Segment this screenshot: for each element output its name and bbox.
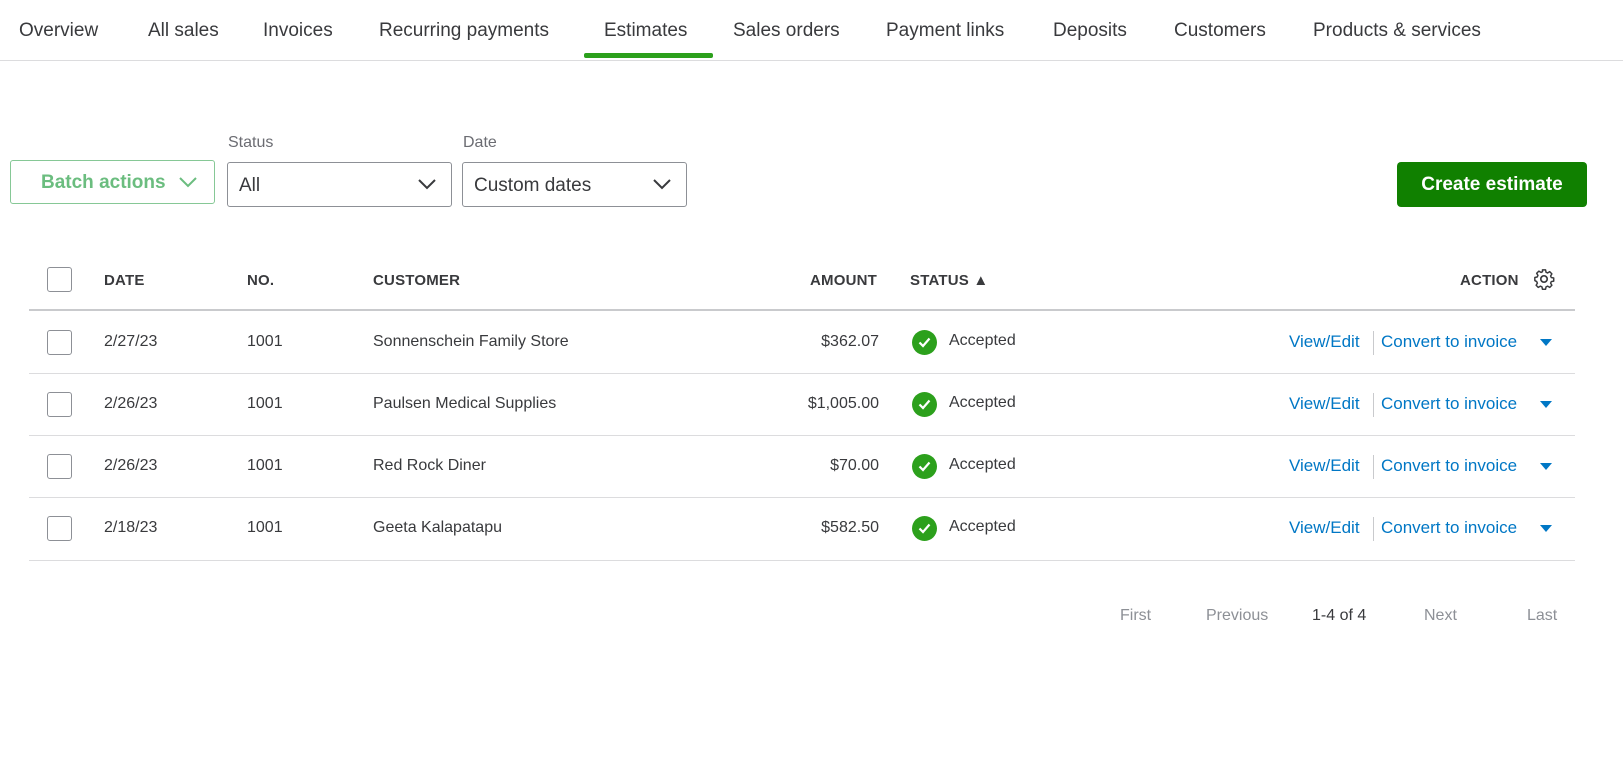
column-header-date[interactable]: DATE	[104, 272, 145, 289]
row-customer: Sonnenschein Family Store	[373, 333, 569, 350]
create-estimate-button[interactable]: Create estimate	[1397, 162, 1587, 207]
column-header-customer[interactable]: CUSTOMER	[373, 272, 460, 289]
tab-recurring-payments[interactable]: Recurring payments	[379, 20, 549, 42]
row-date: 2/26/23	[104, 457, 158, 474]
row-actions-dropdown[interactable]	[1540, 525, 1552, 532]
row-customer: Geeta Kalapatapu	[373, 519, 502, 536]
tab-invoices[interactable]: Invoices	[263, 20, 333, 42]
action-divider	[1373, 393, 1374, 417]
view-edit-link[interactable]: View/Edit	[1289, 518, 1360, 538]
column-header-no[interactable]: NO.	[247, 272, 274, 289]
row-date: 2/26/23	[104, 395, 158, 412]
row-actions-dropdown[interactable]	[1540, 339, 1552, 346]
active-tab-indicator	[584, 53, 713, 58]
row-amount: $362.07	[821, 333, 879, 350]
check-circle-icon	[912, 392, 937, 417]
tab-all-sales[interactable]: All sales	[148, 20, 219, 42]
row-checkbox[interactable]	[47, 454, 72, 479]
pagination-range: 1-4 of 4	[1312, 607, 1367, 624]
status-filter-select[interactable]: All	[227, 162, 452, 207]
gear-icon[interactable]	[1533, 268, 1555, 290]
column-header-action: ACTION	[1460, 272, 1519, 289]
column-header-amount[interactable]: AMOUNT	[810, 272, 877, 289]
view-edit-link[interactable]: View/Edit	[1289, 332, 1360, 352]
row-number: 1001	[247, 519, 283, 536]
tab-overview[interactable]: Overview	[19, 20, 98, 42]
row-date: 2/27/23	[104, 333, 158, 350]
convert-to-invoice-link[interactable]: Convert to invoice	[1381, 456, 1517, 476]
row-date: 2/18/23	[104, 519, 158, 536]
row-amount: $70.00	[830, 457, 879, 474]
chevron-down-icon	[418, 179, 436, 190]
check-circle-icon	[912, 516, 937, 541]
row-number: 1001	[247, 333, 283, 350]
row-checkbox[interactable]	[47, 392, 72, 417]
table-header-divider	[29, 309, 1575, 311]
row-status: Accepted	[949, 332, 1016, 349]
convert-to-invoice-link[interactable]: Convert to invoice	[1381, 518, 1517, 538]
view-edit-link[interactable]: View/Edit	[1289, 394, 1360, 414]
tab-customers[interactable]: Customers	[1174, 20, 1266, 42]
action-divider	[1373, 331, 1374, 355]
pagination-previous[interactable]: Previous	[1206, 607, 1268, 625]
tab-deposits[interactable]: Deposits	[1053, 20, 1127, 42]
column-header-status[interactable]: STATUS ▲	[910, 272, 988, 289]
convert-to-invoice-link[interactable]: Convert to invoice	[1381, 394, 1517, 414]
tab-sales-orders[interactable]: Sales orders	[733, 20, 840, 42]
pagination-last[interactable]: Last	[1527, 607, 1557, 625]
date-filter-select[interactable]: Custom dates	[462, 162, 687, 207]
row-divider	[29, 373, 1575, 374]
row-checkbox[interactable]	[47, 330, 72, 355]
row-actions-dropdown[interactable]	[1540, 463, 1552, 470]
row-amount: $1,005.00	[807, 395, 879, 412]
tab-estimates[interactable]: Estimates	[604, 20, 687, 42]
chevron-down-icon	[653, 179, 671, 190]
row-customer: Red Rock Diner	[373, 457, 486, 474]
select-all-checkbox[interactable]	[47, 267, 72, 292]
date-filter-label: Date	[463, 134, 497, 151]
tab-products-services[interactable]: Products & services	[1313, 20, 1481, 42]
batch-actions-button[interactable]: Batch actions	[10, 160, 215, 204]
tab-payment-links[interactable]: Payment links	[886, 20, 1004, 42]
row-amount: $582.50	[821, 519, 879, 536]
check-circle-icon	[912, 454, 937, 479]
action-divider	[1373, 517, 1374, 541]
row-divider	[29, 435, 1575, 436]
pagination-first[interactable]: First	[1120, 607, 1151, 625]
view-edit-link[interactable]: View/Edit	[1289, 456, 1360, 476]
status-filter-value: All	[239, 175, 261, 196]
row-divider	[29, 497, 1575, 498]
chevron-down-icon	[179, 177, 197, 188]
status-filter-label: Status	[228, 134, 274, 151]
batch-actions-label: Batch actions	[41, 172, 166, 193]
row-number: 1001	[247, 395, 283, 412]
row-actions-dropdown[interactable]	[1540, 401, 1552, 408]
pagination-next[interactable]: Next	[1424, 607, 1457, 625]
row-divider	[29, 560, 1575, 561]
row-number: 1001	[247, 457, 283, 474]
convert-to-invoice-link[interactable]: Convert to invoice	[1381, 332, 1517, 352]
check-circle-icon	[912, 330, 937, 355]
row-status: Accepted	[949, 518, 1016, 535]
date-filter-value: Custom dates	[474, 175, 592, 196]
row-customer: Paulsen Medical Supplies	[373, 395, 557, 412]
action-divider	[1373, 455, 1374, 479]
row-status: Accepted	[949, 456, 1016, 473]
row-status: Accepted	[949, 394, 1016, 411]
row-checkbox[interactable]	[47, 516, 72, 541]
sales-tabs: Overview All sales Invoices Recurring pa…	[0, 0, 1623, 61]
